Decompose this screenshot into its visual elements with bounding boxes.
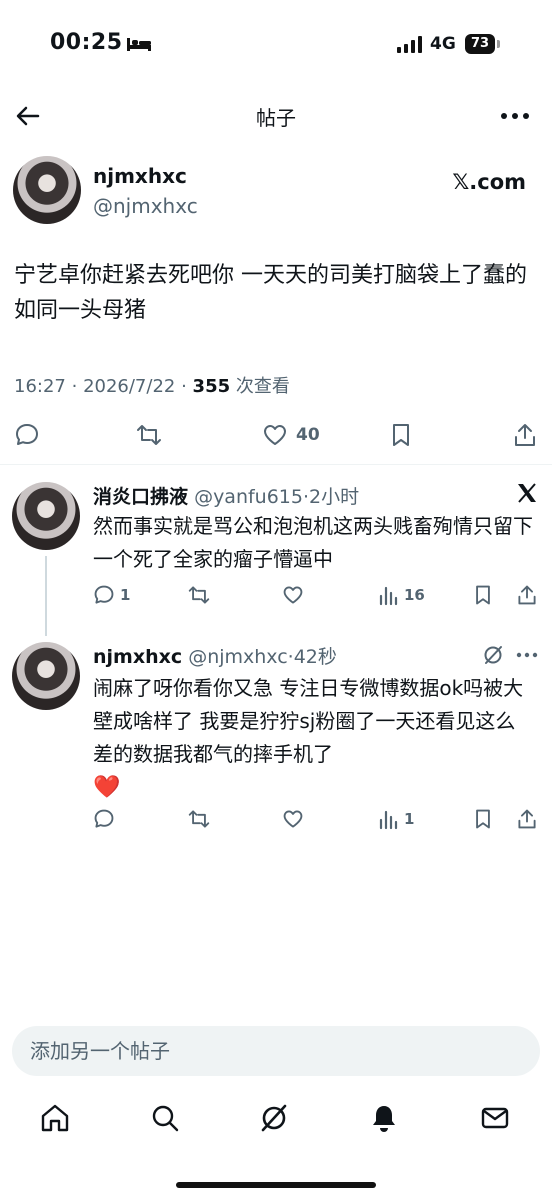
status-time: 00:25 — [50, 30, 123, 55]
repost-icon — [188, 586, 210, 604]
reply-author-handle[interactable]: @yanfu615 — [194, 486, 303, 508]
reply-author-handle[interactable]: @njmxhxc — [188, 646, 287, 668]
views-icon — [379, 586, 398, 606]
divider — [0, 464, 552, 465]
views-icon — [379, 810, 398, 830]
reply-item[interactable]: njmxhxc @njmxhxc·42秒 闹麻了呀你看你又急 专注日专微博数据o… — [0, 640, 552, 840]
home-indicator — [176, 1182, 376, 1188]
post-author-name[interactable]: njmxhxc — [93, 164, 187, 188]
bookmark-button[interactable] — [472, 584, 494, 606]
reply-time: 42秒 — [293, 646, 337, 668]
grok-icon[interactable] — [482, 644, 504, 666]
views-button[interactable]: 1 — [378, 808, 414, 830]
meta-separator: · — [181, 376, 193, 397]
reply-header: njmxhxc @njmxhxc·42秒 — [93, 642, 337, 669]
avatar[interactable] — [13, 156, 81, 224]
more-icon[interactable] — [516, 652, 538, 658]
signal-icon — [397, 36, 422, 53]
share-button[interactable] — [516, 808, 538, 830]
heart-emoji: ❤️ — [93, 775, 121, 800]
notifications-icon[interactable] — [368, 1102, 400, 1134]
search-icon[interactable] — [149, 1102, 181, 1134]
post-views-label: 次查看 — [235, 376, 290, 397]
bookmark-button[interactable] — [472, 808, 494, 830]
share-icon — [515, 424, 535, 446]
messages-icon[interactable] — [479, 1102, 511, 1134]
avatar[interactable] — [12, 482, 80, 550]
home-icon[interactable] — [39, 1102, 71, 1134]
reply-author-name[interactable]: 消炎口拂液 — [93, 486, 188, 508]
post-views-count: 355 — [192, 376, 231, 397]
share-icon — [518, 809, 536, 829]
reply-button[interactable] — [93, 808, 115, 830]
x-logo-icon — [518, 483, 536, 503]
post-time[interactable]: 16:27 — [14, 376, 66, 397]
avatar[interactable] — [12, 642, 80, 710]
bookmark-icon — [476, 809, 490, 829]
like-button[interactable] — [282, 584, 304, 606]
post-meta: 16:27 · 2026/7/22 · 355 次查看 — [14, 372, 290, 398]
top-nav: 帖子 — [0, 92, 552, 140]
views-count: 1 — [404, 810, 415, 828]
reply-actions: 1 16 — [0, 584, 552, 624]
bottom-tab-bar — [0, 1090, 552, 1150]
share-icon — [518, 585, 536, 605]
repost-icon — [188, 810, 210, 828]
like-button[interactable]: 40 — [262, 422, 320, 448]
sleep-mode-icon — [127, 38, 151, 51]
more-icon[interactable] — [500, 112, 530, 120]
reply-text: 然而事实就是骂公和泡泡机这两头贱畜殉情只留下一个死了全家的瘤子懵逼中 — [93, 514, 533, 571]
reply-author-name[interactable]: njmxhxc — [93, 646, 182, 668]
battery-tip — [497, 40, 500, 48]
like-icon — [283, 586, 303, 604]
battery-indicator: 73 — [465, 34, 495, 54]
grok-icon[interactable] — [258, 1102, 290, 1134]
bookmark-icon — [476, 585, 490, 605]
page-title: 帖子 — [256, 106, 296, 130]
share-button[interactable] — [516, 584, 538, 606]
reply-time: 2小时 — [309, 486, 360, 508]
like-icon — [283, 810, 303, 828]
meta-separator: · — [71, 376, 84, 397]
bookmark-button[interactable] — [388, 422, 414, 448]
reply-count: 1 — [120, 586, 131, 604]
reply-button[interactable]: 1 — [93, 584, 130, 606]
reply-icon — [94, 809, 114, 828]
share-button[interactable] — [512, 422, 538, 448]
post-text: 宁艺卓你赶紧去死吧你 一天天的司美打脑袋上了蠢的如同一头母猪 — [14, 263, 527, 323]
reply-text: 闹麻了呀你看你又急 专注日专微博数据ok吗被大壁成啥样了 我要是狞狞sj粉圈了一… — [93, 672, 533, 804]
reply-text-body: 闹麻了呀你看你又急 专注日专微博数据ok吗被大壁成啥样了 我要是狞狞sj粉圈了一… — [93, 676, 524, 766]
post-date[interactable]: 2026/7/22 — [83, 376, 175, 397]
reply-icon — [16, 424, 38, 445]
repost-button[interactable] — [136, 422, 162, 448]
views-count: 16 — [404, 586, 425, 604]
compose-input[interactable]: 添加另一个帖子 — [12, 1026, 540, 1076]
views-button[interactable]: 16 — [378, 584, 425, 606]
network-label: 4G — [430, 34, 456, 54]
post-actions: 40 — [0, 416, 552, 456]
reply-actions: 1 — [0, 808, 552, 848]
x-logo-icon: 𝕏.com — [452, 170, 526, 194]
reply-button[interactable] — [14, 422, 40, 448]
post-author-handle[interactable]: @njmxhxc — [93, 194, 198, 218]
like-icon — [264, 425, 286, 445]
reply-icon — [94, 585, 114, 604]
bookmark-icon — [393, 424, 409, 446]
reply-header: 消炎口拂液 @yanfu615·2小时 — [93, 482, 359, 509]
status-bar: 00:25 4G 73 — [0, 0, 552, 90]
post-header: njmxhxc @njmxhxc 𝕏.com — [0, 152, 552, 228]
reply-item[interactable]: 消炎口拂液 @yanfu615·2小时 然而事实就是骂公和泡泡机这两头贱畜殉情只… — [0, 476, 552, 636]
repost-button[interactable] — [188, 584, 210, 606]
repost-button[interactable] — [188, 808, 210, 830]
like-button[interactable] — [282, 808, 304, 830]
like-count: 40 — [296, 425, 320, 445]
repost-icon — [137, 425, 161, 445]
